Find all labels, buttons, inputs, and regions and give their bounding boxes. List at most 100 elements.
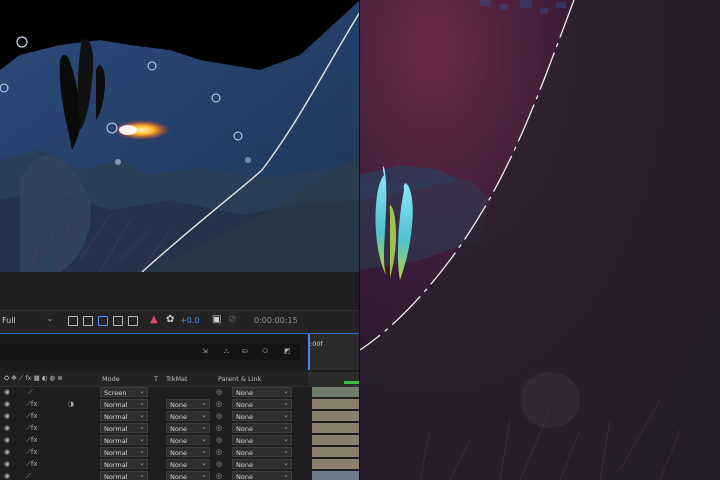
- trkmat-dropdown[interactable]: None: [166, 470, 210, 480]
- parent-pickwhip-icon[interactable]: ◎: [216, 471, 222, 480]
- mode-dropdown[interactable]: Normal: [100, 434, 148, 445]
- effects-fx-icon[interactable]: ⟋fx: [26, 447, 38, 457]
- layer-column-headers: ⛭ ✥ ⟋ fx ▦ ◐ ◍ ⊕ Mode T TrkMat Parent & …: [0, 372, 360, 387]
- layer-duration-bar[interactable]: [312, 399, 360, 409]
- chevron-down-icon: ⌄: [46, 314, 54, 324]
- mode-dropdown[interactable]: Normal: [100, 410, 148, 421]
- parent-dropdown[interactable]: None: [232, 422, 292, 433]
- visibility-eye-icon[interactable]: ◉: [4, 447, 10, 457]
- effects-fx-icon[interactable]: ⟋fx: [26, 435, 38, 445]
- trkmat-dropdown[interactable]: None: [166, 410, 210, 421]
- layer-duration-bar[interactable]: [312, 459, 360, 469]
- effects-fx-icon[interactable]: ⟋fx: [26, 399, 38, 409]
- layer-row[interactable]: ◉ ⟋fx Normal None ◎ None: [0, 422, 360, 434]
- mode-dropdown[interactable]: Normal: [100, 422, 148, 433]
- visibility-eye-icon[interactable]: ◉: [4, 423, 10, 433]
- layer-row[interactable]: ◉ ⟋fx Normal None ◎ None: [0, 458, 360, 470]
- parent-dropdown[interactable]: None: [232, 470, 292, 480]
- parent-dropdown[interactable]: None: [232, 410, 292, 421]
- quality-slash-icon[interactable]: ⟋: [26, 471, 31, 480]
- trkmat-dropdown[interactable]: None: [166, 434, 210, 445]
- mask-visibility-icon[interactable]: [98, 316, 108, 326]
- trkmat-dropdown[interactable]: None: [166, 422, 210, 433]
- show-snapshot-icon[interactable]: ⊘: [228, 314, 236, 325]
- parent-dropdown[interactable]: None: [232, 386, 292, 397]
- parent-pickwhip-icon[interactable]: ◎: [216, 459, 222, 469]
- mode-dropdown[interactable]: Normal: [100, 398, 148, 409]
- visibility-eye-icon[interactable]: ◉: [4, 387, 10, 397]
- timeline-header: ⇲ ⛬ ⛀ ⬭ ◩ :00f: [0, 334, 360, 370]
- layer-row[interactable]: ◉ ⟋ Screen ◎ None: [0, 386, 360, 398]
- trkmat-dropdown[interactable]: None: [166, 446, 210, 457]
- viewer-toolbar: Full ⌄ ▲ ✿ +0.0 ▣ ⊘ 0:00:00:15: [0, 310, 360, 334]
- transparency-grid-icon[interactable]: [83, 316, 93, 326]
- parent-pickwhip-icon[interactable]: ◎: [216, 411, 222, 421]
- layer-duration-bar[interactable]: [312, 423, 360, 433]
- scene-preview-right: [360, 0, 720, 480]
- layer-row[interactable]: ◉ ⟋fx ◑ Normal None ◎ None: [0, 398, 360, 410]
- motion-blur-switch-icon[interactable]: ◑: [68, 399, 74, 409]
- ruler-label: :00f: [310, 340, 323, 348]
- layer-duration-bar[interactable]: [312, 471, 360, 480]
- region-of-interest-icon[interactable]: [68, 316, 78, 326]
- visibility-eye-icon[interactable]: ◉: [4, 411, 10, 421]
- render-progress-bar: [344, 381, 360, 384]
- parent-pickwhip-icon[interactable]: ◎: [216, 435, 222, 445]
- color-channels-icon[interactable]: ▲: [150, 314, 158, 325]
- grid-icon[interactable]: [128, 316, 138, 326]
- parent-pickwhip-icon[interactable]: ◎: [216, 399, 222, 409]
- resolution-select[interactable]: Full: [2, 316, 16, 325]
- layer-duration-bar[interactable]: [312, 435, 360, 445]
- layer-row[interactable]: ◉ ⟋fx Normal None ◎ None: [0, 446, 360, 458]
- mode-column-header[interactable]: Mode: [102, 375, 120, 383]
- parent-pickwhip-icon[interactable]: ◎: [216, 447, 222, 457]
- after-effects-panel: Full ⌄ ▲ ✿ +0.0 ▣ ⊘ 0:00:00:15 ⇲ ⛬ ⛀ ⬭ ◩…: [0, 272, 360, 480]
- layer-duration-bar[interactable]: [312, 387, 360, 397]
- effects-fx-icon[interactable]: ⟋fx: [26, 411, 38, 421]
- parent-dropdown[interactable]: None: [232, 458, 292, 469]
- mode-dropdown[interactable]: Normal: [100, 470, 148, 480]
- layer-duration-bar[interactable]: [312, 411, 360, 421]
- app-window: Full ⌄ ▲ ✿ +0.0 ▣ ⊘ 0:00:00:15 ⇲ ⛬ ⛀ ⬭ ◩…: [0, 0, 720, 480]
- motion-blur-icon[interactable]: ◩: [284, 346, 291, 356]
- parent-dropdown[interactable]: None: [232, 434, 292, 445]
- parent-dropdown[interactable]: None: [232, 398, 292, 409]
- mode-dropdown[interactable]: Normal: [100, 446, 148, 457]
- layer-duration-bar[interactable]: [312, 447, 360, 457]
- exposure-reset-icon[interactable]: ✿: [166, 314, 174, 325]
- layer-row[interactable]: ◉ ⟋ Normal None ◎ None: [0, 470, 360, 480]
- quality-slash-icon[interactable]: ⟋: [28, 387, 33, 397]
- guides-icon[interactable]: [113, 316, 123, 326]
- split-divider: [359, 0, 360, 480]
- trkmat-dropdown[interactable]: None: [166, 398, 210, 409]
- parent-column-header[interactable]: Parent & Link: [218, 375, 261, 383]
- trkmat-column-header[interactable]: TrkMat: [166, 375, 188, 383]
- right-scene-illustration: [360, 0, 720, 480]
- visibility-eye-icon[interactable]: ◉: [4, 435, 10, 445]
- parent-pickwhip-icon[interactable]: ◎: [216, 423, 222, 433]
- frame-blending-icon[interactable]: ⬭: [262, 346, 268, 356]
- switches-icons: ⛭ ✥ ⟋ fx ▦ ◐ ◍ ⊕: [4, 374, 63, 382]
- mode-dropdown[interactable]: Normal: [100, 458, 148, 469]
- shy-layers-icon[interactable]: ⛀: [242, 346, 248, 356]
- exposure-value[interactable]: +0.0: [180, 316, 199, 325]
- draft-3d-icon[interactable]: ⛬: [224, 346, 229, 356]
- snapshot-camera-icon[interactable]: ▣: [212, 314, 221, 325]
- trkmat-dropdown[interactable]: None: [166, 458, 210, 469]
- t-column-header[interactable]: T: [154, 375, 158, 383]
- comp-flowchart-icon[interactable]: ⇲: [202, 346, 208, 356]
- timeline-search-bar[interactable]: [0, 344, 300, 360]
- layer-row[interactable]: ◉ ⟋fx Normal None ◎ None: [0, 410, 360, 422]
- current-timecode[interactable]: 0:00:00:15: [254, 316, 298, 325]
- effects-fx-icon[interactable]: ⟋fx: [26, 423, 38, 433]
- mode-dropdown[interactable]: Screen: [100, 386, 148, 397]
- composition-viewer[interactable]: [0, 0, 360, 272]
- visibility-eye-icon[interactable]: ◉: [4, 471, 10, 480]
- visibility-eye-icon[interactable]: ◉: [4, 459, 10, 469]
- effects-fx-icon[interactable]: ⟋fx: [26, 459, 38, 469]
- visibility-eye-icon[interactable]: ◉: [4, 399, 10, 409]
- scene-illustration: [0, 0, 360, 272]
- layer-row[interactable]: ◉ ⟋fx Normal None ◎ None: [0, 434, 360, 446]
- parent-pickwhip-icon[interactable]: ◎: [216, 387, 222, 397]
- parent-dropdown[interactable]: None: [232, 446, 292, 457]
